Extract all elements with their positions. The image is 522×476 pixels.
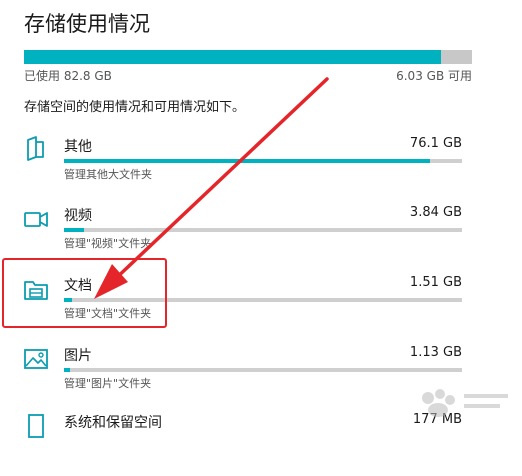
annotation-arrow: [94, 77, 329, 299]
watermark-logo: [422, 389, 508, 417]
